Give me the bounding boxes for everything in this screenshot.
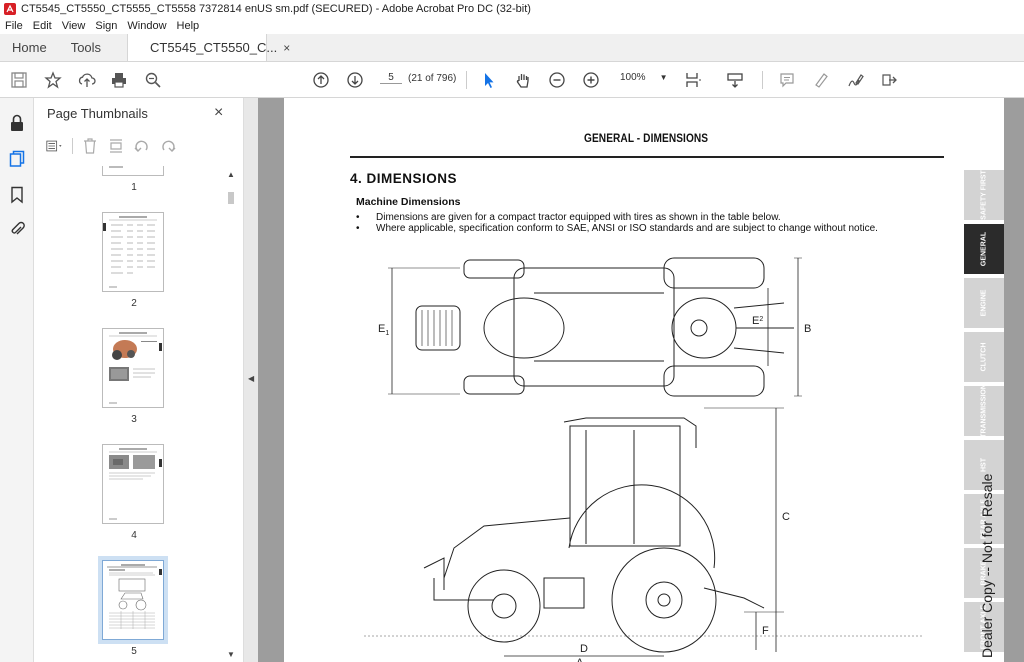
upload-cloud-icon[interactable] — [76, 69, 98, 91]
chevron-left-icon[interactable]: ◀ — [248, 374, 254, 383]
toolbar: 5 (21 of 796) 100% ▼ — [0, 62, 1024, 98]
tab-home[interactable]: Home — [0, 34, 59, 61]
section-heading: 4. DIMENSIONS — [350, 171, 458, 186]
hand-tool-icon[interactable] — [512, 69, 534, 91]
pdf-page: GENERAL - DIMENSIONS 4. DIMENSIONS Machi… — [284, 98, 1004, 662]
lock-icon[interactable] — [8, 114, 26, 132]
thumbnail-page-3[interactable] — [102, 328, 164, 408]
chevron-down-icon[interactable]: ▼ — [227, 650, 235, 659]
zoom-out-icon[interactable] — [546, 69, 568, 91]
menu-sign[interactable]: Sign — [90, 20, 122, 32]
page-thumbnails-panel: Page Thumbnails × 1 2 3 4 5 ▲ ▼ — [34, 98, 244, 662]
dimension-label-e1: E1 — [378, 323, 389, 337]
tab-document-label: CT5545_CT5550_C... — [150, 40, 278, 55]
thumbnail-page-5[interactable] — [98, 556, 168, 644]
window-title: CT5545_CT5550_CT5555_CT5558 7372814 enUS… — [21, 3, 531, 15]
zoom-in-icon[interactable] — [580, 69, 602, 91]
tab-close-icon[interactable]: × — [283, 41, 290, 55]
dealer-copy-watermark: Dealer Copy -- Not for Resale — [979, 473, 995, 658]
section-tab-engine[interactable]: ENGINE — [964, 278, 1004, 330]
dimension-label-e2: E2 — [752, 315, 763, 327]
chevron-up-icon[interactable]: ▲ — [227, 170, 235, 179]
dimension-label-d: D — [580, 643, 588, 655]
thumbnail-page-4[interactable] — [102, 444, 164, 524]
bookmark-icon[interactable] — [8, 186, 26, 204]
header-rule — [350, 156, 944, 158]
subsection-heading: Machine Dimensions — [356, 196, 461, 208]
redo-icon[interactable] — [159, 137, 177, 155]
tab-document[interactable]: CT5545_CT5550_C... × — [127, 34, 290, 61]
section-tab-clutch[interactable]: CLUTCH — [964, 332, 1004, 384]
section-tab-safety-first[interactable]: SAFETY FIRST — [964, 170, 1004, 222]
trash-icon[interactable] — [81, 137, 99, 155]
page-header: GENERAL - DIMENSIONS — [584, 133, 709, 145]
select-cursor-icon[interactable] — [478, 69, 500, 91]
highlight-pen-icon[interactable] — [810, 69, 832, 91]
tab-tools[interactable]: Tools — [59, 34, 113, 61]
thumbnail-label: 3 — [131, 414, 137, 425]
share-link-icon[interactable] — [878, 69, 900, 91]
toolbar-divider — [762, 71, 763, 89]
thumbnail-label: 1 — [131, 182, 137, 193]
dimension-label-a2: A2 — [576, 657, 587, 662]
scrollbar-thumb[interactable] — [228, 192, 234, 204]
menu-view[interactable]: View — [57, 20, 91, 32]
save-icon[interactable] — [8, 69, 30, 91]
panel-toolbar — [46, 136, 177, 156]
previous-page-icon[interactable] — [310, 69, 332, 91]
section-tab-general[interactable]: GENERAL — [964, 224, 1004, 276]
menu-help[interactable]: Help — [172, 20, 205, 32]
dimension-label-c: C — [782, 511, 790, 523]
dimension-label-f: F — [762, 625, 769, 637]
thumbnail-label: 4 — [131, 530, 137, 541]
bullet-text: Where applicable, specification conform … — [376, 223, 878, 234]
menu-edit[interactable]: Edit — [28, 20, 57, 32]
zoom-value: 100% — [620, 72, 646, 83]
bullet-item: • Dimensions are given for a compact trac… — [356, 212, 781, 223]
thumbnail-scrollbar[interactable]: ▲ ▼ — [226, 166, 236, 662]
left-navigation-rail — [0, 98, 34, 662]
chevron-down-icon: ▼ — [659, 73, 668, 82]
title-bar: CT5545_CT5550_CT5555_CT5558 7372814 enUS… — [0, 0, 1024, 18]
attachment-icon[interactable] — [8, 220, 26, 238]
thumbnail-options-icon[interactable] — [46, 137, 64, 155]
bookmark-star-icon[interactable] — [42, 69, 64, 91]
thumbnail-page-1[interactable] — [102, 166, 164, 176]
menu-window[interactable]: Window — [122, 20, 171, 32]
page-thumbnails-icon[interactable] — [8, 150, 26, 168]
thumbnail-list: 1 2 3 4 5 — [34, 166, 239, 662]
panel-toolbar-divider — [72, 138, 73, 154]
document-viewer[interactable]: GENERAL - DIMENSIONS 4. DIMENSIONS Machi… — [258, 98, 1024, 662]
panel-collapse-handle[interactable]: ◀ — [244, 98, 258, 662]
scroll-mode-icon[interactable] — [724, 69, 746, 91]
toolbar-divider — [466, 71, 467, 89]
close-icon[interactable]: × — [214, 104, 223, 122]
bullet-text: Dimensions are given for a compact tract… — [376, 212, 781, 223]
thumbnail-label: 5 — [131, 646, 137, 657]
bullet-item: • Where applicable, specification conform… — [356, 223, 878, 234]
section-tab-transmission[interactable]: TRANSMISSION — [964, 384, 1004, 438]
print-icon[interactable] — [108, 69, 130, 91]
tractor-dimension-drawing: E1 E2 B C F D A2 — [364, 257, 924, 662]
dimension-label-b: B — [804, 323, 811, 335]
panel-title: Page Thumbnails — [47, 106, 148, 121]
page-fit-icon[interactable] — [682, 69, 704, 91]
page-count: (21 of 796) — [408, 72, 457, 84]
acrobat-icon — [4, 3, 16, 15]
tab-bar: Home Tools CT5545_CT5550_C... × — [0, 34, 1024, 62]
menu-bar: File Edit View Sign Window Help — [0, 18, 1024, 34]
sign-icon[interactable] — [844, 69, 866, 91]
page-number-input[interactable]: 5 — [380, 72, 402, 84]
zoom-level-select[interactable]: 100% ▼ — [620, 72, 668, 83]
thumbnail-page-2[interactable] — [102, 212, 164, 292]
comment-icon[interactable] — [776, 69, 798, 91]
undo-icon[interactable] — [133, 137, 151, 155]
menu-file[interactable]: File — [0, 20, 28, 32]
insert-page-icon[interactable] — [107, 137, 125, 155]
thumbnail-label: 2 — [131, 298, 137, 309]
zoom-search-icon[interactable] — [142, 69, 164, 91]
next-page-icon[interactable] — [344, 69, 366, 91]
page-navigator: 5 (21 of 796) — [380, 72, 456, 84]
